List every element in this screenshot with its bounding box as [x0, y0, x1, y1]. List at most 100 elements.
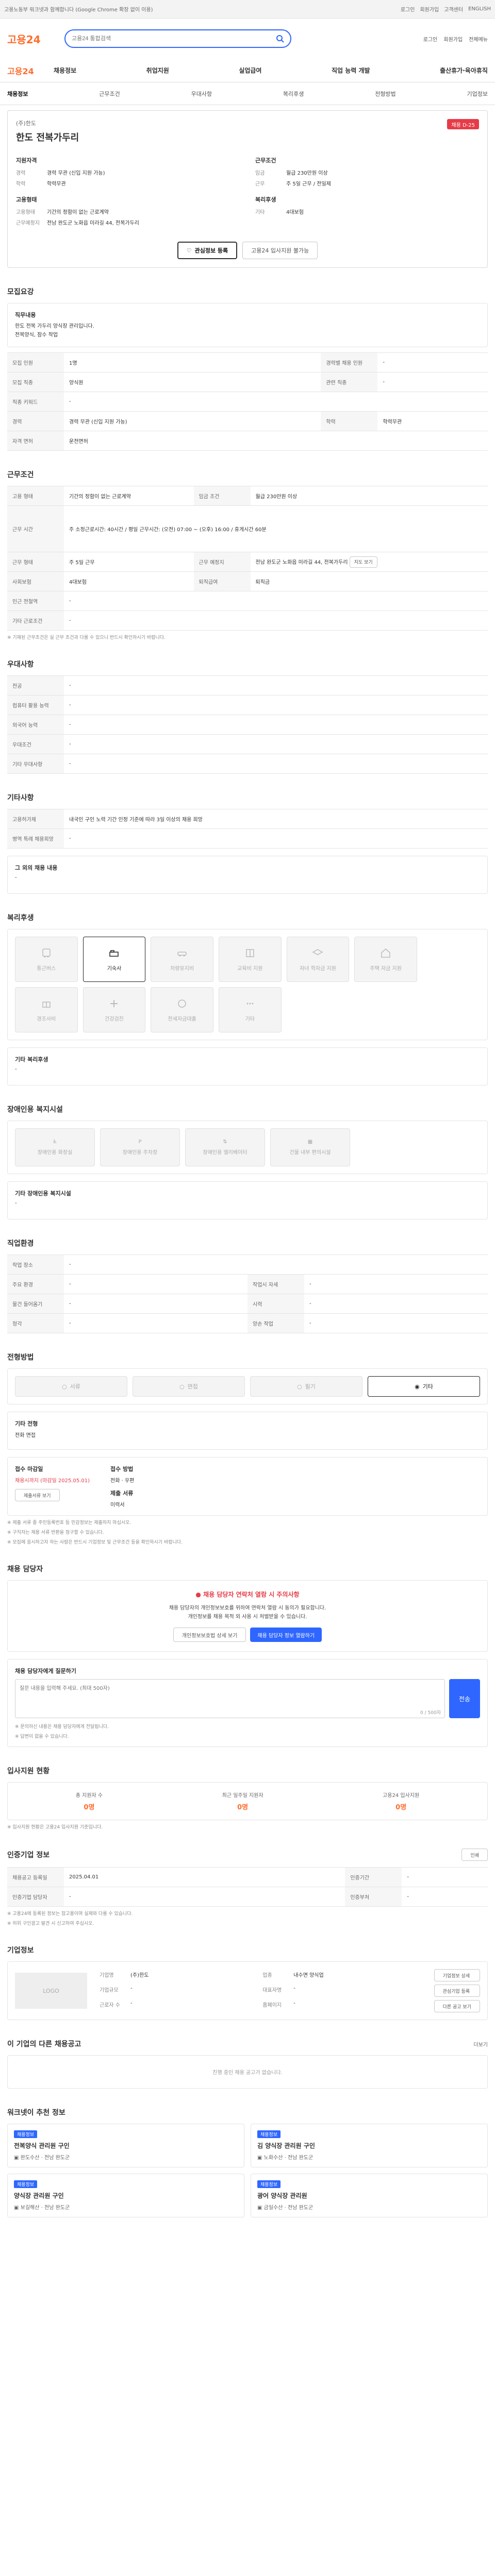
welfare-section-title: 복리후생 [7, 914, 34, 922]
table-key: 근무 예정지 [193, 552, 251, 572]
company-name[interactable]: (주)한도 [16, 119, 79, 127]
recommend-card[interactable]: 채용정보 광어 양식장 관리원 ▣ 금일수산 · 전남 완도군 [251, 2174, 488, 2217]
conditions-section-title: 근무조건 [7, 471, 34, 479]
duty-line: 한도 전복 가두리 양식장 관리입니다. [15, 324, 94, 329]
search-input[interactable] [72, 36, 272, 42]
table-key: 임금 조건 [193, 486, 251, 506]
scrap-label: 관심정보 등록 [194, 247, 228, 254]
graduation-icon [312, 948, 324, 955]
header-join[interactable]: 회원가입 [443, 35, 463, 43]
info-table: 채용공고 등록일 2025.04.01 인증기간 - 인증기업 담당자 - 인증부처 - [7, 1867, 488, 1907]
ask-heading: 채용 담당자에게 질문하기 [15, 1668, 76, 1674]
table-value: - [64, 1274, 248, 1294]
recommend-meta: ▣ 금일수산 · 전남 완도군 [257, 2205, 314, 2211]
restroom-icon: ♿ [53, 1139, 57, 1145]
print-button[interactable]: 인쇄 [461, 1849, 488, 1861]
table-value: - [64, 1294, 248, 1314]
map-button[interactable]: 지도 보기 [349, 556, 377, 568]
table-row: 주요 환경 - 작업시 자세 - [7, 1274, 488, 1294]
recommend-place: 전남 완도군 [44, 2205, 70, 2211]
apply-button[interactable]: 고용24 입사지원 불가능 [242, 242, 318, 259]
nav-item-training[interactable]: 직업 능력 개발 [332, 66, 370, 75]
nav-item-leave[interactable]: 출산휴가·육아휴직 [440, 66, 488, 75]
tab-conditions[interactable]: 근무조건 [99, 90, 120, 98]
privacy-detail-button[interactable]: 개인정보보호법 상세 보기 [173, 1628, 246, 1642]
table-row: 자격 면허 운전면허 [7, 431, 488, 451]
table-value: - [64, 715, 488, 735]
job-summary-card: (주)한도 한도 전복가두리 채용 D-25 지원자격 경력 경력 무관 (신입 … [7, 110, 488, 268]
conditions-table: 고용 형태 기간의 정함이 없는 근로계약 임금 조건 월급 230만원 이상 근무 … [7, 486, 488, 631]
info-note: ※ 허위 구인광고 발견 시 신고하여 주십시오. [7, 1921, 94, 1926]
tab-selection[interactable]: 전형방법 [375, 90, 395, 98]
table-value: - [64, 675, 488, 696]
search-icon[interactable] [276, 35, 284, 43]
recommend-company: 완도수산 [20, 2155, 40, 2161]
nav-item-benefit[interactable]: 실업급여 [239, 66, 261, 75]
main-nav: 고용24 채용정보 취업지원 실업급여 직업 능력 개발 출산휴가·육아휴직 [0, 59, 495, 82]
recommend-card[interactable]: 채용정보 양식장 관리원 구인 ▣ 보길해산 · 전남 완도군 [7, 2174, 244, 2217]
preferences-section-title: 우대사항 [7, 660, 34, 669]
ask-send-button[interactable]: 전송 [449, 1679, 480, 1718]
contact-section-title: 채용 담당자 [7, 1565, 43, 1573]
tab-company[interactable]: 기업정보 [467, 90, 487, 98]
disability-extra-box: 기타 장애인용 복지시설 - [7, 1181, 488, 1219]
bus-icon [42, 948, 51, 957]
ask-textarea[interactable] [15, 1679, 445, 1718]
tab-recruit[interactable]: 채용정보 [7, 90, 28, 98]
tab-preferences[interactable]: 우대사항 [191, 90, 212, 98]
table-key: 외국어 능력 [7, 715, 64, 735]
table-row: 전공 - [7, 675, 488, 696]
table-value: - [64, 1313, 248, 1333]
table-key: 양손 작업 [248, 1313, 304, 1333]
others-more-link[interactable]: 더보기 [473, 2040, 488, 2048]
company-box: LOGO 기업명 (주)한도 업종 내수면 양식업 기업규모 - 대표자명 - 근로자 … [7, 1961, 488, 2020]
applicants-box: 총 지원자 수 0명 최근 일주일 지원자 0명 고용24 입사지원 0명 [7, 1782, 488, 1820]
recommend-title: 전복양식 관리원 구인 [14, 2142, 70, 2149]
table-row: 물건 들어옴기 - 시력 - [7, 1294, 488, 1314]
documents-button[interactable]: 제출서류 보기 [15, 1489, 60, 1501]
company-fields: 기업명 (주)한도 업종 내수면 양식업 기업규모 - 대표자명 - 근로자 수 - 홈페… [100, 1971, 422, 2011]
company-scrap-button[interactable]: 관심기업 등록 [434, 1985, 480, 1997]
topbar-link-help[interactable]: 고객센터 [444, 5, 463, 13]
header-login[interactable]: 로그인 [423, 35, 438, 43]
company-logo: LOGO [15, 1973, 87, 2009]
company-more-button[interactable]: 다른 공고 보기 [434, 2000, 480, 2012]
table-row: 기타 근로조건 - [7, 611, 488, 631]
table-row: 컴퓨터 활용 능력 - [7, 695, 488, 715]
selection-section-title: 전형방법 [7, 1353, 34, 1362]
welfare-label: 기타 [245, 1016, 255, 1022]
selection-methods-box: ○ 서류 ○ 면접 ○ 필기 ◉ 기타 [7, 1368, 488, 1404]
view-contact-button[interactable]: 채용 담당자 정보 열람하기 [250, 1628, 322, 1642]
nav-item-jobs[interactable]: 채용정보 [54, 66, 76, 75]
recommend-card[interactable]: 채용정보 김 양식장 관리원 구인 ▣ 노화수산 · 전남 완도군 [251, 2124, 488, 2167]
method-written: ○ 필기 [250, 1376, 362, 1397]
circle-icon: ○ [297, 1383, 302, 1390]
company-detail-button[interactable]: 기업정보 상세 [434, 1969, 480, 1981]
summary-key: 근무 [255, 181, 265, 187]
table-key: 사회보험 [7, 571, 64, 591]
disability-item: ▦ 건물 내부 편의시설 [270, 1128, 350, 1166]
building-icon: ▣ [14, 2205, 19, 2211]
topbar-link-english[interactable]: ENGLISH [468, 6, 491, 12]
nav-brand[interactable]: 고용24 [7, 64, 54, 77]
scrap-button[interactable]: ♡ 관심정보 등록 [177, 242, 238, 259]
building-icon: ▣ [14, 2155, 19, 2161]
alert-icon: ● [195, 1591, 201, 1598]
table-row: 고용허가제 내국인 구인 노력 기간 인정 기준에 따라 3일 이상의 채용 희망 [7, 809, 488, 829]
nav-item-support[interactable]: 취업지원 [146, 66, 169, 75]
deadline-heading: 접수 마감일 [15, 1466, 43, 1472]
others-empty: 진행 중인 채용 공고가 없습니다. [7, 2055, 488, 2089]
ask-counter: 0 / 500자 [420, 1710, 441, 1716]
summary-value: 경력 무관 (신입 지원 가능) [47, 171, 105, 176]
tab-welfare[interactable]: 복리후생 [283, 90, 304, 98]
etc-other-heading: 그 외의 채용 내용 [15, 865, 58, 871]
topbar-link-join[interactable]: 회원가입 [420, 5, 439, 13]
topbar-link-login[interactable]: 로그인 [401, 5, 415, 13]
table-key: 주요 환경 [7, 1274, 64, 1294]
recommend-tag: 채용정보 [257, 2130, 281, 2138]
site-logo[interactable]: 고용24 [7, 31, 56, 46]
header-all-menu[interactable]: 전체메뉴 [469, 35, 488, 43]
recommend-card[interactable]: 채용정보 전복양식 관리원 구인 ▣ 완도수산 · 전남 완도군 [7, 2124, 244, 2167]
disability-section-title: 장애인용 복지시설 [7, 1106, 63, 1114]
welfare-label: 자녀 학자금 지원 [300, 965, 336, 972]
